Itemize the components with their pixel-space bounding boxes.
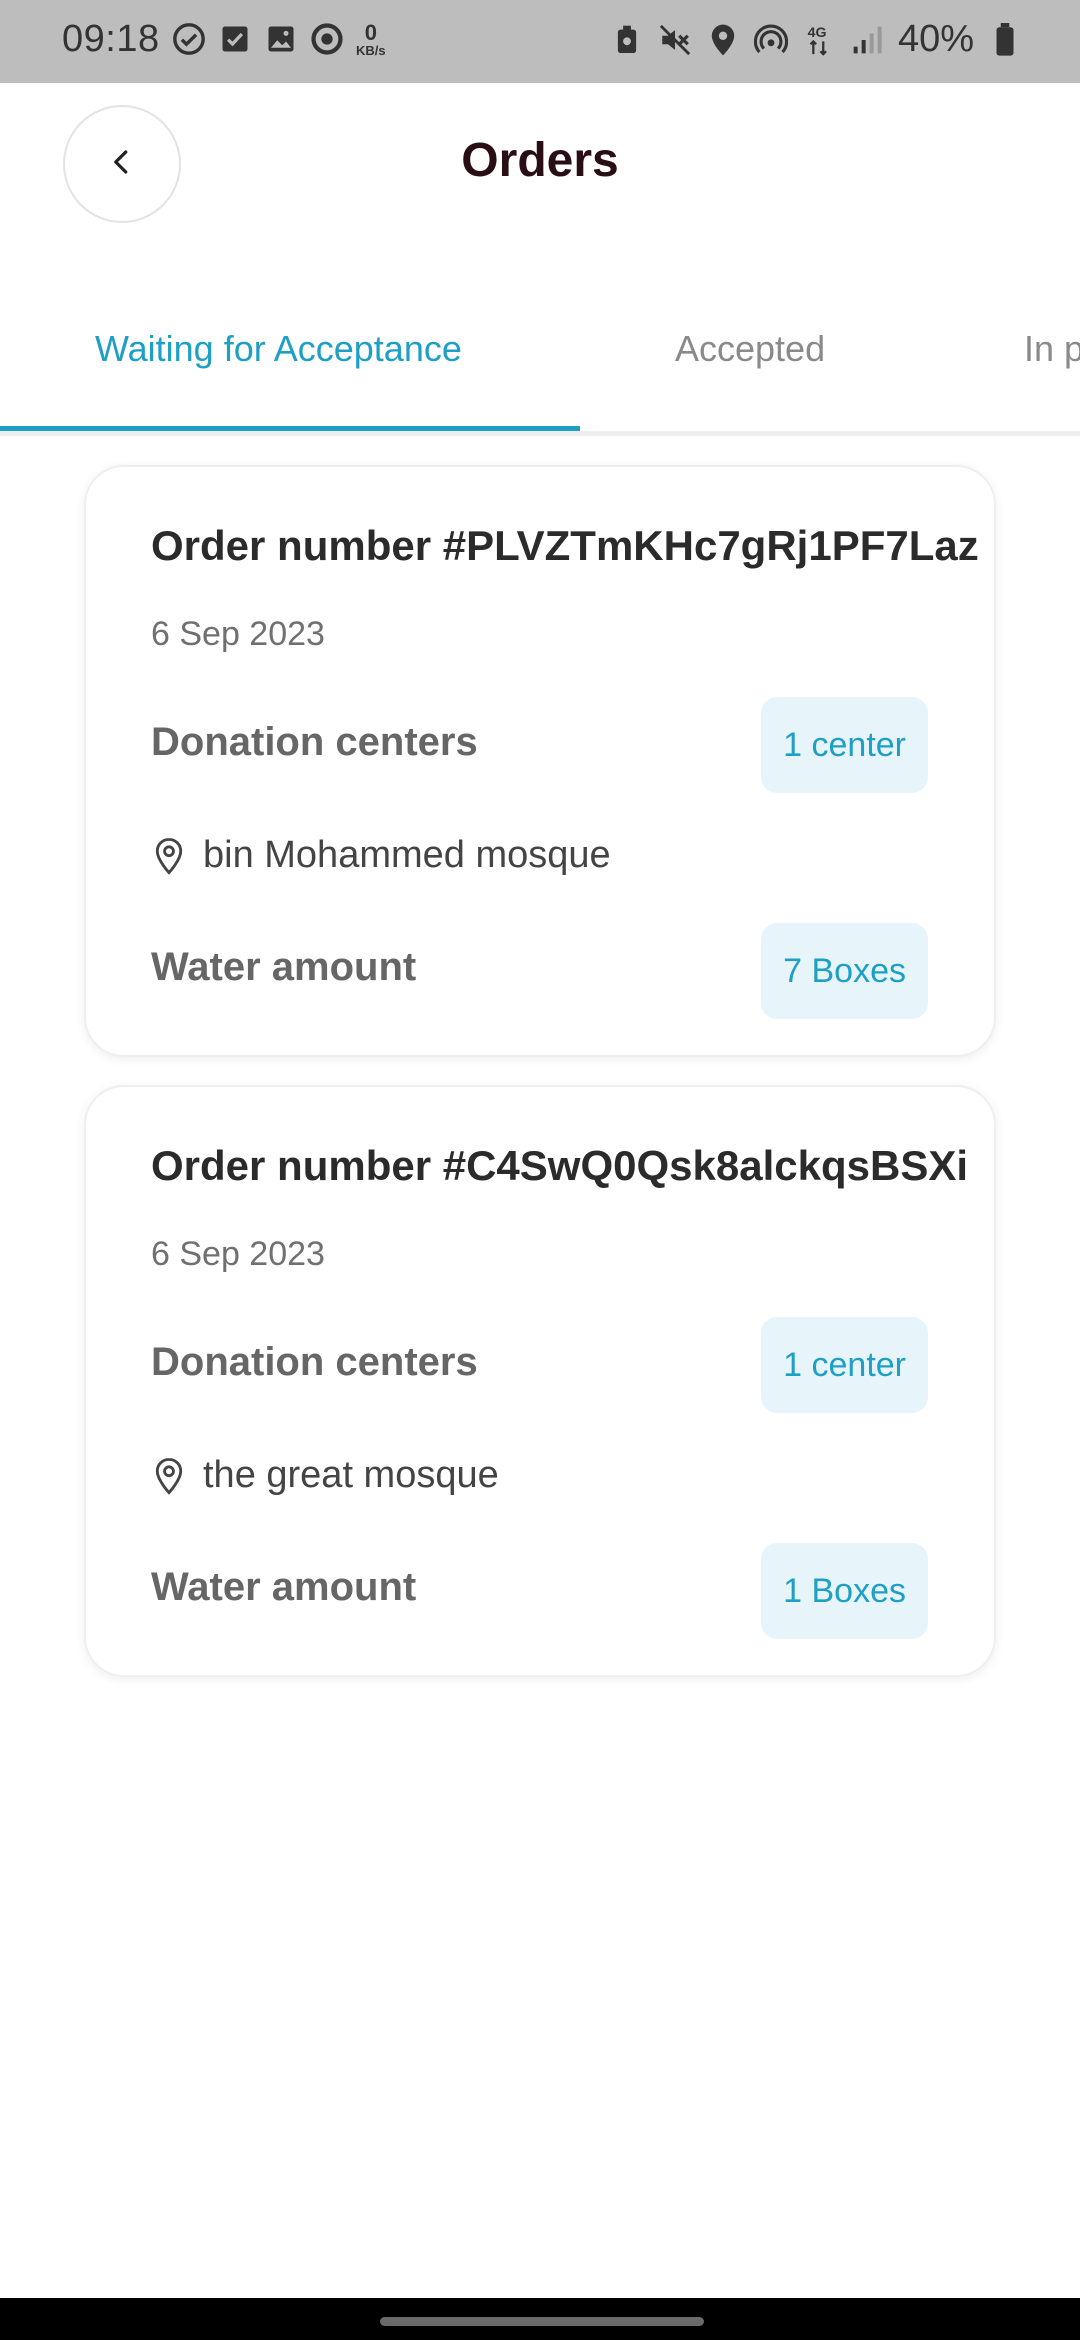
page-title: Orders xyxy=(461,134,619,187)
tab-accepted[interactable]: Accepted xyxy=(675,328,825,370)
donation-centers-label: Donation centers xyxy=(151,1340,478,1384)
4g-icon: 4G xyxy=(802,21,836,59)
backup-icon xyxy=(610,21,644,59)
check-circle-icon xyxy=(172,20,206,58)
center-location: bin Mohammed mosque xyxy=(151,834,611,877)
system-nav-bar xyxy=(0,2298,1080,2340)
center-name: the great mosque xyxy=(203,1454,499,1496)
order-card[interactable]: Order number #C4SwQ0Qsk8alckqsBSXi 6 Sep… xyxy=(84,1085,996,1677)
order-number: Order number #C4SwQ0Qsk8alckqsBSXi xyxy=(151,1142,969,1189)
centers-count-badge: 1 center xyxy=(761,697,928,793)
hotspot-icon xyxy=(753,21,788,59)
order-status-tabs: Waiting for Acceptance Accepted In p xyxy=(0,300,1080,436)
net-speed-value: 0 xyxy=(364,19,377,45)
order-date: 6 Sep 2023 xyxy=(151,1235,325,1273)
tab-waiting-for-acceptance[interactable]: Waiting for Acceptance xyxy=(95,328,462,370)
svg-text:4G: 4G xyxy=(808,25,827,41)
network-speed-icon: 0 KB/s xyxy=(356,19,386,58)
status-left-icons: 0 KB/s xyxy=(172,20,386,58)
header: Orders xyxy=(0,83,1080,243)
check-square-icon xyxy=(218,20,252,58)
location-pin-icon xyxy=(151,836,187,876)
order-card[interactable]: Order number #PLVZTmKHc7gRj1PF7Laz 6 Sep… xyxy=(84,465,996,1057)
status-right-icons: 4G 40% xyxy=(610,18,1022,61)
water-amount-label: Water amount xyxy=(151,945,417,989)
center-location: the great mosque xyxy=(151,1454,499,1497)
center-name: bin Mohammed mosque xyxy=(203,834,611,876)
sync-icon xyxy=(310,20,344,58)
water-amount-badge: 1 Boxes xyxy=(761,1543,928,1639)
location-icon xyxy=(706,21,740,59)
centers-count-badge: 1 center xyxy=(761,1317,928,1413)
status-time: 09:18 xyxy=(62,18,160,60)
mute-icon xyxy=(658,21,692,59)
tab-in-progress[interactable]: In p xyxy=(1024,328,1080,370)
water-amount-badge: 7 Boxes xyxy=(761,923,928,1019)
image-icon xyxy=(264,20,298,58)
active-tab-indicator xyxy=(0,426,580,431)
water-amount-label: Water amount xyxy=(151,1565,417,1609)
battery-icon xyxy=(988,21,1022,59)
status-bar: 09:18 0 KB/s 4G 40% xyxy=(0,0,1080,83)
signal-icon xyxy=(850,21,884,59)
order-date: 6 Sep 2023 xyxy=(151,615,325,653)
location-pin-icon xyxy=(151,1456,187,1496)
order-number: Order number #PLVZTmKHc7gRj1PF7Laz xyxy=(151,522,979,569)
orders-list: Order number #PLVZTmKHc7gRj1PF7Laz 6 Sep… xyxy=(84,465,996,1705)
net-speed-unit: KB/s xyxy=(356,42,386,58)
battery-percent: 40% xyxy=(897,18,974,60)
home-gesture-handle[interactable] xyxy=(380,2317,704,2326)
donation-centers-label: Donation centers xyxy=(151,720,478,764)
